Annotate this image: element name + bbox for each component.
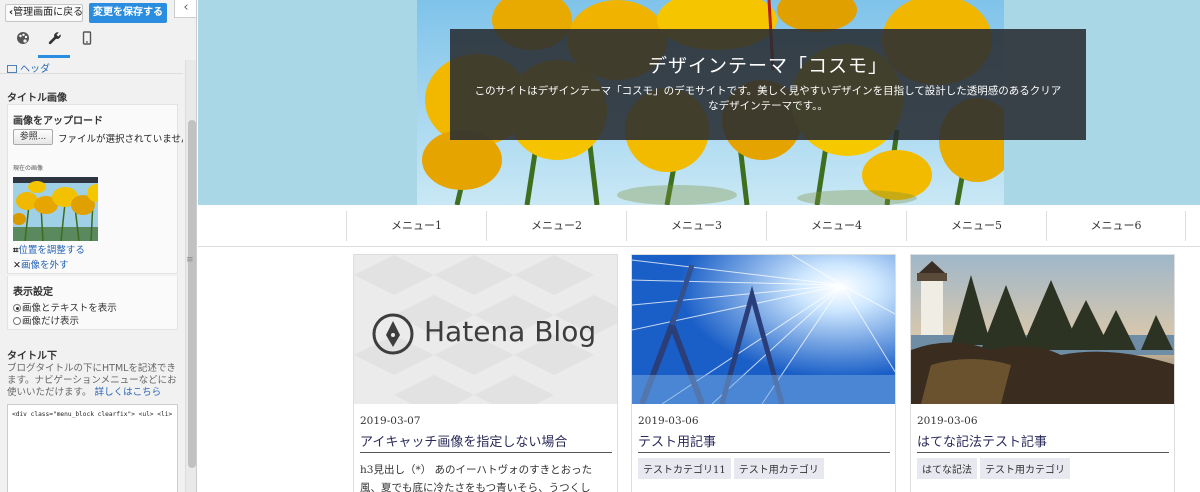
nav-menu-6[interactable]: メニュー6 bbox=[1046, 211, 1186, 241]
article-title[interactable]: アイキャッチ画像を指定しない場合 bbox=[360, 431, 612, 453]
upload-label: 画像をアップロード bbox=[13, 116, 103, 127]
below-title-heading: タイトル下 bbox=[7, 351, 57, 362]
header-hero: デザインテーマ「コスモ」 このサイトはデザインテーマ「コスモ」のデモサイトです。… bbox=[198, 0, 1200, 205]
article-title[interactable]: はてな記法テスト記事 bbox=[917, 431, 1169, 453]
site-title[interactable]: デザインテーマ「コスモ」 bbox=[450, 51, 1086, 78]
browse-button[interactable]: 参照... bbox=[13, 129, 53, 145]
nav-menu-2[interactable]: メニュー2 bbox=[486, 211, 626, 241]
article-categories: はてな記法 テスト用カテゴリ bbox=[917, 458, 1073, 479]
below-title-description: ブログタイトルの下にHTMLを記述できます。ナビゲーションメニューなどにお使いい… bbox=[7, 363, 177, 398]
blog-preview: デザインテーマ「コスモ」 このサイトはデザインテーマ「コスモ」のデモサイトです。… bbox=[198, 0, 1200, 492]
scrollbar-thumb[interactable] bbox=[188, 120, 196, 468]
lighthouse-photo bbox=[911, 255, 1174, 404]
active-tab-indicator bbox=[38, 55, 70, 58]
category-tag[interactable]: はてな記法 bbox=[917, 458, 977, 479]
global-navigation: メニュー1 メニュー2 メニュー3 メニュー4 メニュー5 メニュー6 bbox=[198, 205, 1200, 247]
nav-menu-1[interactable]: メニュー1 bbox=[346, 211, 486, 241]
nav-menu-4[interactable]: メニュー4 bbox=[766, 211, 906, 241]
article-date: 2019-03-06 bbox=[638, 415, 699, 427]
palette-icon bbox=[17, 32, 29, 44]
article-categories: テストカテゴリ11 テスト用カテゴリ bbox=[638, 458, 827, 479]
article-card[interactable]: Hatena Blog 2019-03-07 アイキャッチ画像を指定しない場合 … bbox=[353, 254, 618, 492]
radio-selected-icon bbox=[13, 304, 21, 312]
nav-menu-5[interactable]: メニュー5 bbox=[906, 211, 1046, 241]
article-date: 2019-03-06 bbox=[917, 415, 978, 427]
below-title-html-textarea[interactable]: <div class="menu_block clearfix"> <ul> <… bbox=[7, 404, 178, 492]
article-title[interactable]: テスト用記事 bbox=[638, 431, 890, 453]
current-image-label: 現在の画像 bbox=[13, 165, 44, 172]
title-image-heading: タイトル画像 bbox=[7, 93, 67, 104]
radio-image-and-text[interactable]: 画像とテキストを表示 bbox=[13, 300, 117, 314]
category-tag[interactable]: テストカテゴリ11 bbox=[638, 458, 731, 479]
article-card[interactable]: 2019-03-06 はてな記法テスト記事 はてな記法 テスト用カテゴリ bbox=[910, 254, 1175, 492]
article-date: 2019-03-07 bbox=[360, 415, 421, 427]
nav-menu-3[interactable]: メニュー3 bbox=[626, 211, 766, 241]
chevron-left-icon: ‹ bbox=[183, 0, 189, 15]
hatena-blog-placeholder-image: Hatena Blog bbox=[354, 255, 617, 404]
close-icon: ✕ bbox=[13, 260, 21, 271]
wrench-icon bbox=[48, 32, 61, 45]
back-to-admin-button[interactable]: ‹管理画面に戻る bbox=[5, 4, 83, 22]
mobile-icon bbox=[82, 31, 92, 45]
tab-customize[interactable] bbox=[46, 31, 64, 49]
tab-smartphone[interactable] bbox=[78, 31, 96, 49]
header-section-icon bbox=[7, 65, 17, 73]
tab-design[interactable] bbox=[14, 31, 32, 49]
details-link[interactable]: 詳しくはこちら bbox=[95, 387, 162, 398]
display-settings-heading: 表示設定 bbox=[13, 287, 53, 298]
article-card[interactable]: 2019-03-06 テスト用記事 テストカテゴリ11 テスト用カテゴリ bbox=[631, 254, 896, 492]
current-image-thumbnail bbox=[13, 177, 98, 241]
save-changes-button[interactable]: 変更を保存する bbox=[89, 3, 167, 23]
category-tag[interactable]: テスト用カテゴリ bbox=[980, 458, 1070, 479]
customizer-panel: ‹管理画面に戻る 変更を保存する ‹ ヘッダ タイトル画像 画像をアップロード … bbox=[0, 0, 197, 492]
hatena-blog-logo-text: Hatena Blog bbox=[424, 315, 597, 348]
collapse-panel-button[interactable]: ‹ bbox=[174, 0, 196, 18]
settings-scroll-area[interactable]: ヘッダ タイトル画像 画像をアップロード 参照... ファイルが選択されていませ… bbox=[0, 60, 183, 492]
display-settings-box: 表示設定 画像とテキストを表示 画像だけ表示 bbox=[7, 276, 178, 330]
title-image-box: 画像をアップロード 参照... ファイルが選択されていません。 現在の画像 ⌗位… bbox=[7, 104, 183, 274]
customizer-toolbar: ‹管理画面に戻る 変更を保存する ‹ bbox=[0, 0, 196, 60]
no-file-text: ファイルが選択されていません。 bbox=[58, 134, 183, 145]
resize-grip-icon[interactable]: ≡ bbox=[186, 255, 194, 265]
site-title-box: デザインテーマ「コスモ」 このサイトはデザインテーマ「コスモ」のデモサイトです。… bbox=[450, 29, 1086, 140]
article-excerpt: h3見出し（*） あのイーハトヴォのすきとおった風、夏でも底に冷たさをもつ青いそ… bbox=[360, 464, 593, 492]
adjust-position-link[interactable]: ⌗位置を調整する bbox=[13, 242, 85, 256]
category-tag[interactable]: テスト用カテゴリ bbox=[733, 458, 824, 479]
remove-image-link[interactable]: ✕画像を外す bbox=[13, 257, 68, 271]
site-description: このサイトはデザインテーマ「コスモ」のデモサイトです。美しく見やすいデザインを目… bbox=[474, 85, 1062, 112]
divider bbox=[0, 73, 183, 74]
radio-image-only[interactable]: 画像だけ表示 bbox=[13, 313, 79, 327]
panel-scrollbar[interactable] bbox=[185, 60, 196, 492]
radio-unselected-icon bbox=[13, 317, 21, 325]
bridge-photo bbox=[632, 255, 895, 404]
